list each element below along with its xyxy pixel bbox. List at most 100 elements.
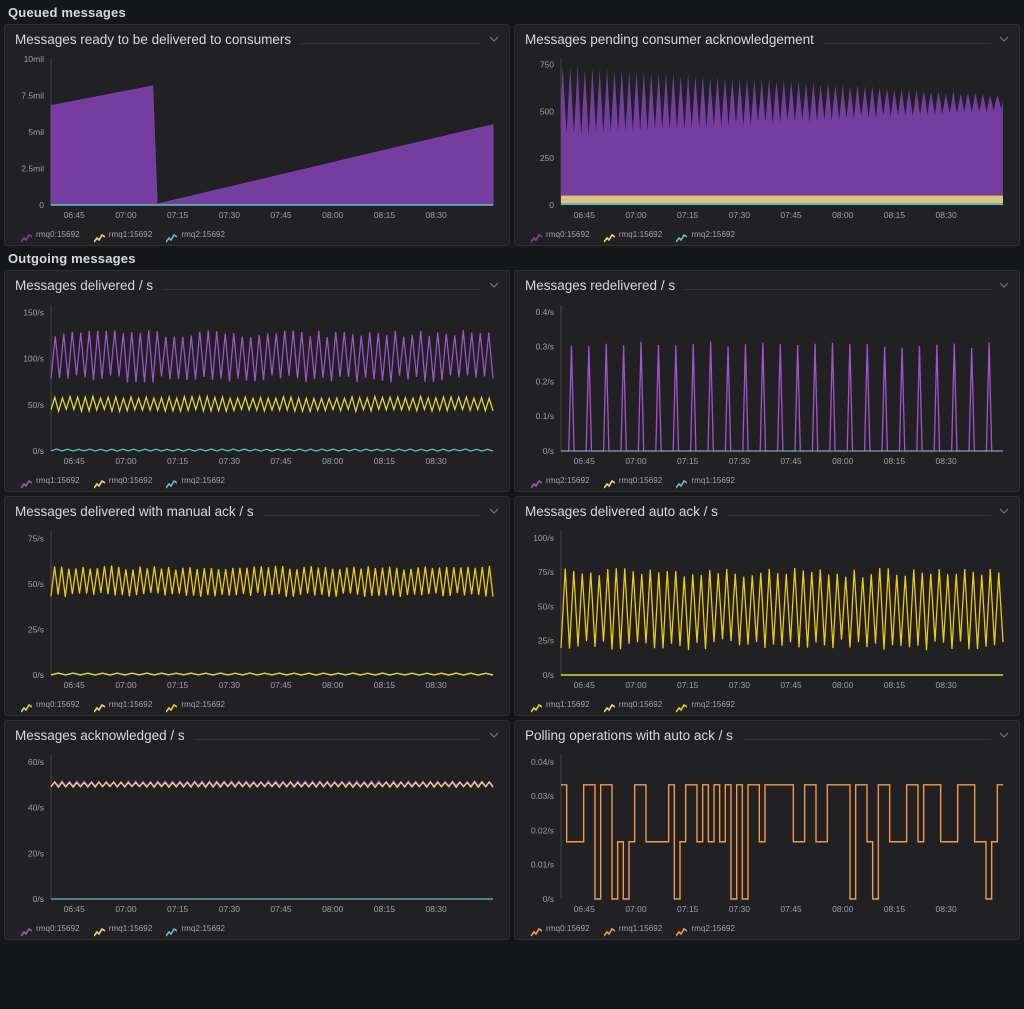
line-series-icon [93,700,106,713]
plot-area[interactable]: 0/s 0.01/s 0.02/s 0.03/s 0.04/s 06:45 07:00 07:… [515,747,1019,921]
panel-title-rule [163,289,481,290]
plot-area[interactable]: 0/s 50/s 100/s 150/s 06:45 07:00 07:15 07:30 07:… [5,297,509,473]
chart-plot: 0/s 25/s 50/s 75/s 06:45 07:00 07:15 07:30 07:45… [28,531,494,690]
plot-area[interactable]: 0/s 25/s 50/s 75/s 06:45 07:00 07:15 07:30 07:45… [5,523,509,697]
svg-text:08:30: 08:30 [935,210,957,220]
legend-item[interactable]: rmq0:15692 [20,700,80,713]
legend-item[interactable]: rmq1:15692 [20,476,80,489]
plot-area[interactable]: 0 250 500 750 06:45 07:00 07:15 07:30 07:45 08:00… [515,51,1019,227]
svg-text:40/s: 40/s [28,803,44,813]
plot-area[interactable]: 0/s 25/s 50/s 75/s 100/s 06:45 07:00 07:15 07:30… [515,523,1019,697]
chart-panel[interactable]: Messages delivered / s 0/s 50/s 100/s 150/s 0… [4,270,510,492]
chart-panel[interactable]: Messages delivered auto ack / s 0/s 25/s 50… [514,496,1020,716]
svg-text:07:00: 07:00 [115,210,137,220]
panel-header[interactable]: Messages ready to be delivered to consum… [5,25,509,51]
svg-text:75/s: 75/s [538,567,554,577]
chart-panel[interactable]: Messages ready to be delivered to consum… [4,24,510,246]
svg-text:07:45: 07:45 [780,904,802,914]
panel-header[interactable]: Messages delivered auto ack / s [515,497,1019,523]
legend-item[interactable]: rmq2:15692 [165,230,226,243]
legend-item[interactable]: rmq0:15692 [93,476,153,489]
chart-panel[interactable]: Polling operations with auto ack / s 0/s 0… [514,720,1020,940]
svg-text:07:00: 07:00 [115,904,137,914]
chevron-down-icon[interactable] [997,728,1011,742]
plot-area[interactable]: 0/s 20/s 40/s 60/s 06:45 07:00 07:15 07:30 07:45… [5,747,509,921]
chart-plot: 0/s 0.1/s 0.2/s 0.3/s 0.4/s 06:45 07:00 07:15 07… [536,305,1003,466]
chevron-down-icon[interactable] [997,278,1011,292]
legend-item[interactable]: rmq0:15692 [530,230,590,243]
legend-label: rmq2:15692 [181,230,226,239]
chevron-down-icon[interactable] [487,278,501,292]
panel-legend: rmq1:15692 rmq0:15692 rmq2:15692 [5,473,509,490]
chart-panel[interactable]: Messages pending consumer acknowledgemen… [514,24,1020,246]
legend-item[interactable]: rmq0:15692 [20,230,80,243]
row-title[interactable]: Outgoing messages [0,246,1024,270]
chevron-down-icon[interactable] [487,728,501,742]
svg-text:08:00: 08:00 [832,904,854,914]
chart-plot: 0 250 500 750 06:45 07:00 07:15 07:30 07:45 08:00… [540,59,1003,220]
panel-title-rule [685,289,991,290]
svg-text:08:30: 08:30 [425,456,447,466]
legend-item[interactable]: rmq2:15692 [675,700,735,713]
svg-text:08:00: 08:00 [322,210,344,220]
legend-item[interactable]: rmq0:15692 [603,476,663,489]
svg-text:07:15: 07:15 [167,904,189,914]
chart-panel[interactable]: Messages acknowledged / s 0/s 20/s 40/s 60/s… [4,720,510,940]
legend-item[interactable]: rmq0:15692 [20,924,80,937]
legend-label: rmq0:15692 [546,230,590,239]
legend-item[interactable]: rmq2:15692 [530,476,590,489]
line-series-icon [675,924,688,937]
svg-text:07:30: 07:30 [729,456,751,466]
plot-area[interactable]: 0/s 0.1/s 0.2/s 0.3/s 0.4/s 06:45 07:00 07:15 07… [515,297,1019,473]
panel-header[interactable]: Messages redelivered / s [515,271,1019,297]
svg-text:08:15: 08:15 [374,456,396,466]
legend-label: rmq0:15692 [36,700,80,709]
legend-item[interactable]: rmq1:15692 [603,230,663,243]
legend-item[interactable]: rmq1:15692 [93,230,153,243]
legend-item[interactable]: rmq2:15692 [675,924,736,937]
line-series-icon [530,476,543,489]
line-series-icon [93,476,106,489]
chevron-down-icon[interactable] [997,32,1011,46]
legend-item[interactable]: rmq2:15692 [675,230,736,243]
svg-text:0.03/s: 0.03/s [531,791,554,801]
svg-text:07:30: 07:30 [219,904,241,914]
svg-text:0/s: 0/s [33,446,44,456]
svg-text:08:30: 08:30 [425,680,447,690]
chevron-down-icon[interactable] [487,504,501,518]
panel-header[interactable]: Polling operations with auto ack / s [515,721,1019,747]
line-series-icon [603,924,616,937]
panel-row: Messages acknowledged / s 0/s 20/s 40/s 60/s… [0,720,1024,940]
plot-area[interactable]: 0 2.5mil 5mil 7.5mil 10mil 06:45 07:00 07:15 07:… [5,51,509,227]
svg-text:07:15: 07:15 [167,210,189,220]
legend-item[interactable]: rmq0:15692 [530,924,590,937]
legend-item[interactable]: rmq1:15692 [530,700,590,713]
line-series-icon [20,700,33,713]
legend-item[interactable]: rmq1:15692 [603,924,663,937]
chart-panel[interactable]: Messages delivered with manual ack / s 0/… [4,496,510,716]
panel-header[interactable]: Messages acknowledged / s [5,721,509,747]
svg-text:08:00: 08:00 [322,904,344,914]
row-title[interactable]: Queued messages [0,0,1024,24]
panel-title-rule [742,739,991,740]
chevron-down-icon[interactable] [487,32,501,46]
legend-item[interactable]: rmq2:15692 [165,700,225,713]
legend-item[interactable]: rmq1:15692 [675,476,735,489]
panel-title-rule [263,515,481,516]
legend-item[interactable]: rmq0:15692 [603,700,663,713]
legend-item[interactable]: rmq1:15692 [93,924,153,937]
legend-label: rmq2:15692 [691,230,736,239]
legend-item[interactable]: rmq1:15692 [93,700,153,713]
legend-item[interactable]: rmq2:15692 [165,476,225,489]
panel-header[interactable]: Messages pending consumer acknowledgemen… [515,25,1019,51]
panel-header[interactable]: Messages delivered with manual ack / s [5,497,509,523]
chevron-down-icon[interactable] [997,504,1011,518]
panel-header[interactable]: Messages delivered / s [5,271,509,297]
chart-panel[interactable]: Messages redelivered / s 0/s 0.1/s 0.2/s 0.3… [514,270,1020,492]
svg-text:0.3/s: 0.3/s [536,342,554,352]
legend-label: rmq2:15692 [691,924,736,933]
legend-label: rmq0:15692 [546,924,590,933]
panel-row: Messages ready to be delivered to consum… [0,24,1024,246]
legend-item[interactable]: rmq2:15692 [165,924,225,937]
svg-text:0.1/s: 0.1/s [536,411,554,421]
